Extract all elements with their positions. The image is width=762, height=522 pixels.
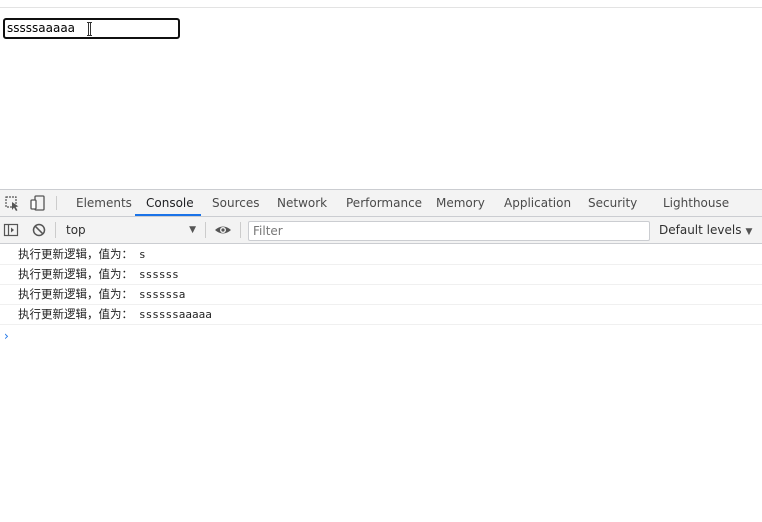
context-selector-label: top <box>66 223 86 237</box>
devtools-tabbar: Elements Console Sources Network Perform… <box>0 190 762 217</box>
message-prefix: 执行更新逻辑，值为： <box>18 307 133 321</box>
active-tab-indicator <box>135 214 201 216</box>
tab-console[interactable]: Console <box>146 190 194 216</box>
message-value: ssssssa <box>139 288 186 301</box>
page-viewport <box>0 0 762 189</box>
toolbar-divider <box>205 222 206 238</box>
message-prefix: 执行更新逻辑，值为： <box>18 267 133 281</box>
tab-network[interactable]: Network <box>277 190 327 216</box>
tab-elements[interactable]: Elements <box>76 190 132 216</box>
console-message: 执行更新逻辑，值为： s <box>0 245 762 265</box>
message-value: s <box>139 248 146 261</box>
console-message: 执行更新逻辑，值为： ssssss <box>0 265 762 285</box>
message-prefix: 执行更新逻辑，值为： <box>18 247 133 261</box>
device-toolbar-icon[interactable] <box>29 194 47 212</box>
context-dropdown-caret-icon: ▼ <box>189 225 196 235</box>
tab-performance[interactable]: Performance <box>346 190 422 216</box>
message-prefix: 执行更新逻辑，值为： <box>18 287 133 301</box>
prompt-chevron-icon: › <box>4 329 9 343</box>
toolbar-divider <box>55 222 56 238</box>
context-selector[interactable]: top ▼ <box>62 220 200 240</box>
log-levels-label: Default levels <box>659 223 742 237</box>
sidebar-toggle-icon[interactable] <box>3 222 19 238</box>
tab-lighthouse[interactable]: Lighthouse <box>663 190 729 216</box>
console-message: 执行更新逻辑，值为： ssssssa <box>0 285 762 305</box>
tab-memory[interactable]: Memory <box>436 190 485 216</box>
tab-application[interactable]: Application <box>504 190 571 216</box>
console-messages: 执行更新逻辑，值为： s 执行更新逻辑，值为： ssssss 执行更新逻辑，值为： s… <box>0 245 762 344</box>
console-prompt[interactable]: › <box>0 325 762 344</box>
i-beam-cursor-icon <box>87 22 92 36</box>
message-value: ssssss <box>139 268 179 281</box>
inspect-element-icon[interactable] <box>4 194 22 212</box>
levels-caret-icon: ▼ <box>745 227 753 237</box>
console-toolbar: top ▼ Default levels▼ <box>0 217 762 244</box>
console-message: 执行更新逻辑，值为： ssssssaaaaa <box>0 305 762 325</box>
filter-input[interactable] <box>248 221 650 241</box>
tabbar-divider <box>56 196 57 210</box>
toolbar-divider <box>240 222 241 238</box>
clear-console-icon[interactable] <box>31 222 47 238</box>
message-value: ssssssaaaaa <box>139 308 212 321</box>
log-levels-dropdown[interactable]: Default levels ▼ <box>659 220 752 240</box>
tab-security[interactable]: Security <box>588 190 637 216</box>
devtools-panel: Elements Console Sources Network Perform… <box>0 189 762 522</box>
live-expression-eye-icon[interactable] <box>214 222 231 238</box>
tab-sources[interactable]: Sources <box>212 190 259 216</box>
page-top-divider <box>0 7 762 8</box>
